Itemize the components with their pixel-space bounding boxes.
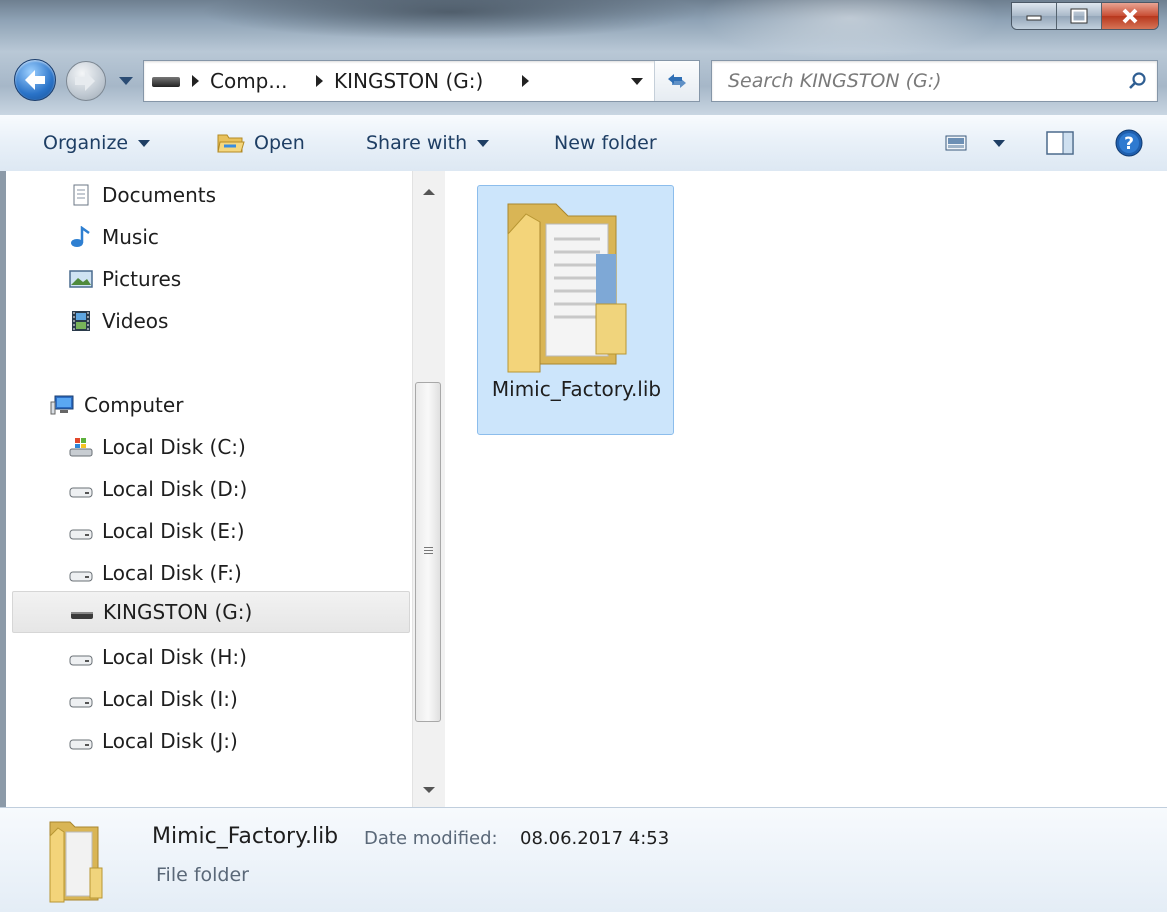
pictures-icon — [69, 270, 93, 288]
sidebar-item-label: Music — [102, 225, 159, 249]
folder-icon — [507, 203, 627, 373]
music-icon — [71, 226, 90, 247]
search-input[interactable] — [726, 61, 1110, 101]
computer-icon — [50, 395, 74, 415]
back-button[interactable] — [14, 59, 56, 101]
preview-pane-button[interactable] — [1046, 115, 1074, 171]
sidebar-item-label: Local Disk (F:) — [102, 561, 242, 585]
sidebar-item-label: Local Disk (J:) — [102, 729, 238, 753]
hard-drive-icon — [69, 571, 93, 582]
close-button[interactable] — [1102, 3, 1158, 29]
details-type: File folder — [156, 864, 249, 886]
sidebar-item-label: Pictures — [102, 267, 182, 291]
organize-button[interactable]: Organize — [43, 115, 151, 171]
minimize-icon — [1026, 15, 1042, 21]
svg-text:?: ? — [1124, 134, 1134, 154]
chevron-down-icon — [477, 140, 490, 147]
documents-icon — [73, 184, 89, 206]
view-icon — [945, 135, 967, 151]
open-icon — [216, 115, 246, 171]
folder-item[interactable]: Mimic_Factory.lib — [477, 185, 674, 435]
breadcrumb-kingston[interactable]: KINGSTON (G:) — [334, 61, 483, 101]
hard-drive-icon — [69, 697, 93, 708]
scroll-down-icon[interactable] — [423, 787, 435, 793]
help-icon: ? — [1115, 129, 1143, 157]
address-bar[interactable]: Comp... KINGSTON (G:) — [143, 60, 700, 102]
details-name: Mimic_Factory.lib — [152, 824, 339, 849]
folder-name: Mimic_Factory.lib — [491, 377, 662, 401]
search-icon — [1129, 72, 1146, 89]
forward-button[interactable] — [66, 61, 106, 101]
sidebar-item-label: KINGSTON (G:) — [103, 600, 253, 624]
sidebar-item-label: Local Disk (H:) — [102, 645, 247, 669]
breadcrumb-separator-icon — [192, 75, 199, 87]
sidebar-item-label: Local Disk (C:) — [102, 435, 246, 459]
chevron-down-icon — [138, 140, 151, 147]
help-button[interactable]: ? — [1115, 115, 1143, 171]
details-pane: Mimic_Factory.lib Date modified: 08.06.2… — [0, 807, 1167, 912]
hard-drive-icon — [69, 739, 93, 750]
details-date-value: 08.06.2017 4:53 — [520, 828, 670, 849]
chevron-down-icon — [119, 77, 133, 85]
sidebar-item-label: Computer — [84, 393, 184, 417]
close-icon — [1122, 8, 1138, 24]
content-pane: Mimic_Factory.lib — [445, 171, 1167, 807]
system-drive-icon — [69, 438, 93, 457]
breadcrumb-separator-icon — [316, 75, 323, 87]
sidebar-item-label: Documents — [102, 183, 217, 207]
breadcrumb-separator-icon — [522, 75, 529, 87]
navigation-pane: Documents Music Pictures Videos Computer… — [0, 171, 412, 807]
navigation-bar: Comp... KINGSTON (G:) — [0, 52, 1167, 108]
breadcrumb-computer[interactable]: Comp... — [210, 61, 287, 101]
open-button[interactable]: Open — [254, 115, 305, 171]
sidebar-item-label: Videos — [102, 309, 169, 333]
scroll-up-icon[interactable] — [423, 189, 435, 195]
search-box[interactable] — [711, 60, 1158, 102]
scrollbar-thumb[interactable] — [415, 382, 441, 722]
window-titlebar: Comp... KINGSTON (G:) — [0, 0, 1167, 115]
new-folder-button[interactable]: New folder — [554, 115, 657, 171]
minimize-button[interactable] — [1012, 3, 1057, 29]
usb-drive-icon — [152, 77, 180, 87]
forward-arrow-icon — [75, 71, 95, 91]
details-date-label: Date modified: — [364, 828, 498, 849]
share-with-label: Share with — [366, 132, 468, 154]
maximize-button[interactable] — [1057, 3, 1102, 29]
change-view-button[interactable] — [945, 115, 1005, 171]
sidebar-item-label: Local Disk (I:) — [102, 687, 238, 711]
hard-drive-icon — [69, 529, 93, 540]
folder-icon — [49, 821, 103, 903]
share-with-button[interactable]: Share with — [366, 115, 490, 171]
refresh-icon — [668, 74, 686, 88]
chevron-down-icon — [993, 139, 1005, 147]
recent-pages-button[interactable] — [115, 70, 137, 92]
sidebar-item-drive-g[interactable]: KINGSTON (G:) — [12, 591, 410, 633]
window-controls — [1011, 2, 1159, 30]
maximize-icon — [1070, 8, 1088, 24]
navigation-scrollbar[interactable] — [412, 171, 446, 807]
address-dropdown-icon[interactable] — [631, 78, 643, 85]
grip-icon — [424, 547, 433, 555]
sidebar-item-label: Local Disk (D:) — [102, 477, 248, 501]
organize-label: Organize — [43, 132, 129, 154]
command-toolbar: Organize Open Share with New folder ? — [0, 115, 1167, 172]
hard-drive-icon — [69, 487, 93, 498]
videos-icon — [72, 311, 90, 331]
usb-drive-icon — [71, 612, 93, 619]
refresh-button[interactable] — [654, 61, 699, 101]
sidebar-item-label: Local Disk (E:) — [102, 519, 245, 543]
back-arrow-icon — [25, 70, 45, 90]
preview-pane-icon — [1046, 131, 1074, 155]
hard-drive-icon — [69, 655, 93, 666]
